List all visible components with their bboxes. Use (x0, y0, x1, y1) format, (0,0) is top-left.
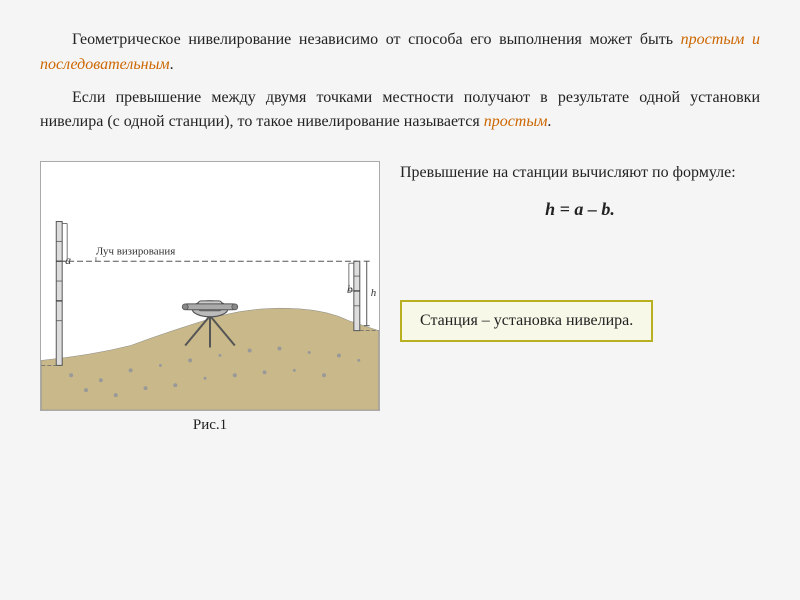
svg-text:a: a (65, 253, 71, 267)
svg-text:h: h (371, 287, 376, 299)
paragraph-2-text-end: . (547, 113, 551, 130)
paragraph-1: Геометрическое нивелирование независимо … (40, 28, 760, 78)
figure-box: a b (40, 161, 380, 411)
paragraph-2-text-start: Если превышение между двумя точками мест… (40, 89, 760, 131)
paragraph-2-highlight: простым (484, 113, 548, 130)
formula-text: Превышение на станции вычисляют по форму… (400, 161, 760, 224)
paragraph-1-text-start: Геометрическое нивелирование независимо … (72, 31, 681, 48)
svg-text:b: b (347, 282, 353, 296)
right-panel: Превышение на станции вычисляют по форму… (400, 161, 760, 342)
content-area: a b (40, 161, 760, 434)
text-block-top: Геометрическое нивелирование независимо … (40, 28, 760, 143)
figure-svg: a b (41, 162, 379, 410)
figure-caption: Рис.1 (193, 417, 227, 434)
paragraph-2: Если превышение между двумя точками мест… (40, 86, 760, 136)
slide: Геометрическое нивелирование независимо … (0, 0, 800, 600)
formula-intro: Превышение на станции вычисляют по форму… (400, 164, 736, 181)
station-note-text: Станция – установка нивелира. (420, 312, 633, 329)
svg-text:Луч визирования: Луч визирования (96, 245, 175, 257)
figure-area: a b (40, 161, 380, 434)
formula-equation: h = a – b. (400, 196, 760, 224)
station-note-box: Станция – установка нивелира. (400, 300, 653, 342)
paragraph-1-text-end: . (170, 56, 174, 73)
